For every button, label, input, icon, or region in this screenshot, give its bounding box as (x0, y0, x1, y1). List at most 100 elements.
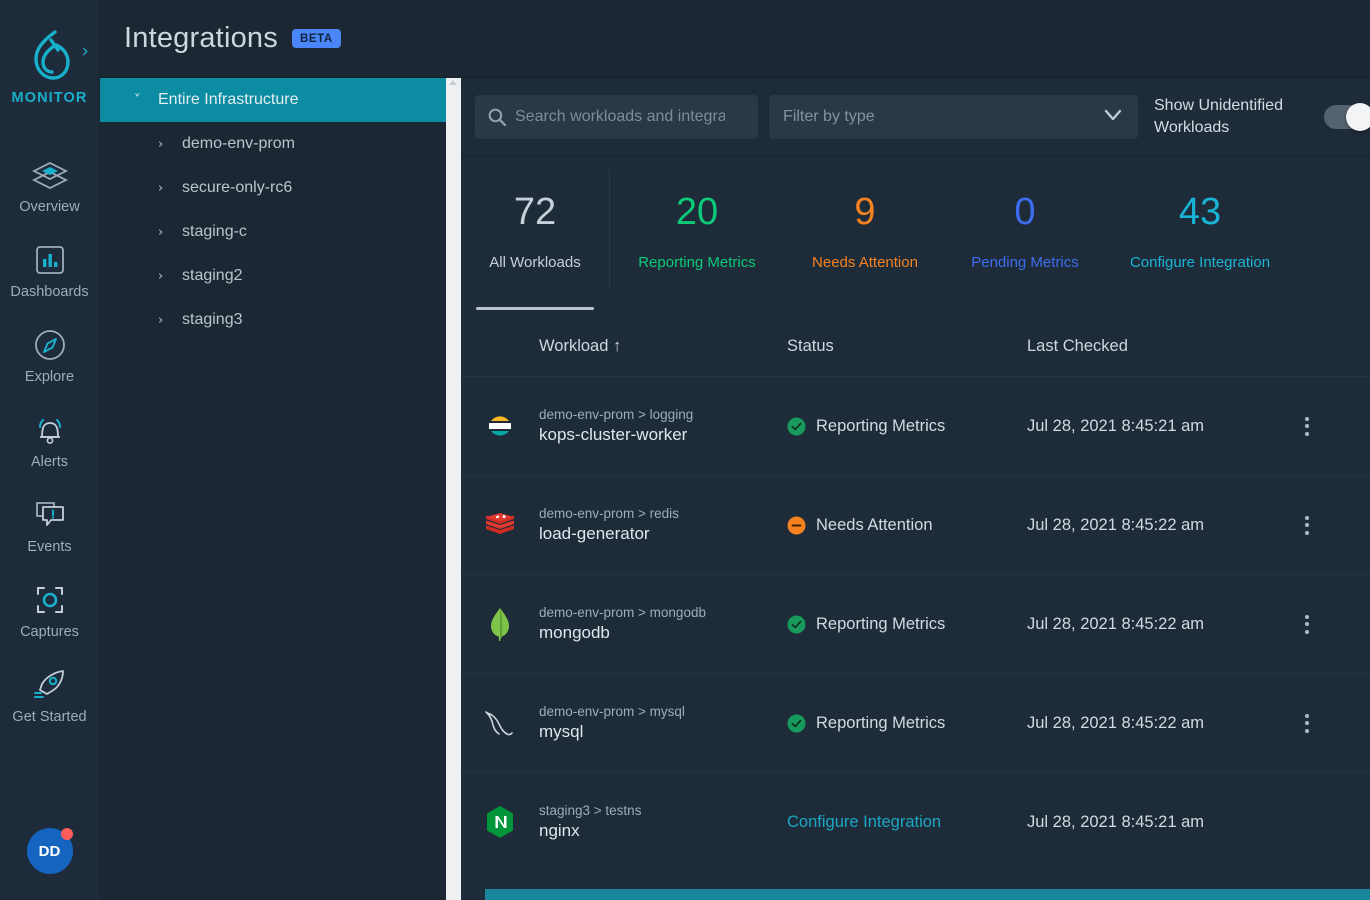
sidebar-item-captures[interactable]: Captures (0, 567, 99, 652)
chevron-right-icon[interactable]: › (158, 313, 182, 328)
status-ok-icon (787, 615, 806, 634)
workload-cell: demo-env-prom > mysql mysql (539, 704, 787, 742)
kebab-menu-icon[interactable] (1305, 615, 1309, 634)
tree-item-demo-env-prom[interactable]: › demo-env-prom (100, 122, 446, 166)
workload-path: demo-env-prom > redis (539, 506, 787, 521)
table-row[interactable]: demo-env-prom > mongodb mongodb Reportin… (461, 574, 1370, 673)
stat-value: 0 (1014, 186, 1035, 238)
stat-tab-pending-metrics[interactable]: 0 Pending Metrics (945, 170, 1105, 306)
status-cell: Reporting Metrics (787, 615, 1027, 634)
workload-type-icon-cell (461, 510, 539, 540)
sidebar-item-get-started[interactable]: Get Started (0, 652, 99, 737)
brand-logo[interactable]: › (0, 0, 99, 112)
search-input[interactable] (515, 108, 725, 126)
tree-item-staging3[interactable]: › staging3 (100, 298, 446, 342)
table-header: Workload ↑ Status Last Checked (461, 316, 1370, 376)
redis-icon (484, 510, 516, 540)
tree-item-staging-c[interactable]: › staging-c (100, 210, 446, 254)
chevron-right-icon[interactable]: › (158, 269, 182, 284)
last-checked-cell: Jul 28, 2021 8:45:21 am (1027, 417, 1277, 436)
speech-bubble-alert-icon (32, 495, 68, 535)
avatar[interactable]: DD (27, 828, 73, 874)
workload-cell: demo-env-prom > redis load-generator (539, 506, 787, 544)
filter-placeholder: Filter by type (783, 108, 875, 126)
stat-tab-reporting-metrics[interactable]: 20 Reporting Metrics (609, 170, 785, 306)
mysql-icon (483, 708, 517, 738)
sidebar-item-overview[interactable]: Overview (0, 142, 99, 227)
workload-type-icon-cell (461, 607, 539, 641)
kebab-menu-icon[interactable] (1305, 516, 1309, 535)
tree-item-label: secure-only-rc6 (182, 179, 292, 197)
layers-icon (31, 155, 69, 195)
status-warning-icon (787, 516, 806, 535)
rail-expand-icon[interactable]: › (81, 42, 89, 61)
kebab-menu-icon[interactable] (1305, 417, 1309, 436)
sidebar-item-events[interactable]: Events (0, 482, 99, 567)
sidebar-item-label: Alerts (31, 454, 68, 470)
nav-item-list: Overview Dashboards (0, 142, 99, 737)
workload-cell: demo-env-prom > logging kops-cluster-wor… (539, 407, 787, 445)
sidebar-item-dashboards[interactable]: Dashboards (0, 227, 99, 312)
sort-ascending-icon[interactable]: ↑ (613, 337, 621, 355)
row-menu-cell (1277, 417, 1337, 436)
column-header-label: Workload (539, 337, 608, 355)
table-row[interactable]: staging3 > testns nginx Configure Integr… (461, 772, 1370, 871)
status-text: Reporting Metrics (816, 714, 945, 733)
stat-tab-all-workloads[interactable]: 72 All Workloads (461, 170, 609, 306)
workload-path: demo-env-prom > mysql (539, 704, 787, 719)
show-unidentified-workloads-toggle[interactable] (1324, 105, 1370, 129)
page-scrollbar[interactable] (446, 78, 461, 900)
last-checked-cell: Jul 28, 2021 8:45:22 am (1027, 516, 1277, 535)
stat-tab-configure-integration[interactable]: 43 Configure Integration (1105, 170, 1295, 306)
selected-indicator (476, 307, 594, 310)
compass-icon (32, 325, 68, 365)
tree-item-label: staging-c (182, 223, 247, 241)
table-row[interactable]: demo-env-prom > logging kops-cluster-wor… (461, 376, 1370, 475)
show-unidentified-workloads-control: Show Unidentified Workloads (1154, 95, 1370, 139)
stat-label: Pending Metrics (971, 254, 1079, 271)
table-row[interactable]: demo-env-prom > redis load-generator Nee… (461, 475, 1370, 574)
tree-item-staging2[interactable]: › staging2 (100, 254, 446, 298)
column-header-workload[interactable]: Workload ↑ (539, 337, 787, 356)
table-row[interactable]: demo-env-prom > mysql mysql Reporting Me… (461, 673, 1370, 772)
sidebar-item-label: Get Started (12, 709, 86, 725)
sidebar-item-alerts[interactable]: Alerts (0, 397, 99, 482)
infrastructure-tree: ˅ Entire Infrastructure › demo-env-prom … (100, 78, 446, 900)
sidebar-item-label: Explore (25, 369, 74, 385)
sysdig-logo-icon (24, 26, 76, 86)
chevron-right-icon[interactable]: › (158, 225, 182, 240)
notification-dot-icon (61, 828, 73, 840)
chevron-down-icon[interactable]: ˅ (134, 93, 158, 108)
avatar-initials: DD (39, 843, 61, 860)
tree-item-secure-only-rc6[interactable]: › secure-only-rc6 (100, 166, 446, 210)
filter-by-type-select[interactable]: Filter by type (769, 95, 1138, 139)
chevron-right-icon[interactable]: › (158, 137, 182, 152)
column-header-last-checked[interactable]: Last Checked (1027, 337, 1277, 356)
workload-cell: demo-env-prom > mongodb mongodb (539, 605, 787, 643)
column-header-status[interactable]: Status (787, 337, 1027, 356)
configure-integration-link[interactable]: Configure Integration (787, 813, 941, 832)
workload-type-icon-cell (461, 805, 539, 839)
workload-name: mysql (539, 722, 787, 742)
kebab-menu-icon[interactable] (1305, 714, 1309, 733)
workload-name: load-generator (539, 524, 787, 544)
tree-item-label: staging3 (182, 311, 243, 329)
row-menu-cell (1277, 615, 1337, 634)
chevron-right-icon[interactable]: › (158, 181, 182, 196)
scroll-up-arrow-icon[interactable] (449, 80, 457, 85)
tree-item-entire-infrastructure[interactable]: ˅ Entire Infrastructure (100, 78, 446, 122)
chevron-down-icon[interactable] (1102, 104, 1124, 131)
search-field-container[interactable] (475, 95, 758, 139)
toggle-knob (1346, 103, 1370, 131)
sidebar-item-explore[interactable]: Explore (0, 312, 99, 397)
status-cell: Reporting Metrics (787, 714, 1027, 733)
sidebar-item-label: Dashboards (10, 284, 88, 300)
stat-label: Needs Attention (812, 254, 918, 271)
nginx-icon (485, 805, 515, 839)
status-summary-tabs: 72 All Workloads 20 Reporting Metrics 9 … (461, 156, 1370, 316)
stat-tab-needs-attention[interactable]: 9 Needs Attention (785, 170, 945, 306)
last-checked-cell: Jul 28, 2021 8:45:22 am (1027, 714, 1277, 733)
status-cell: Reporting Metrics (787, 417, 1027, 436)
workload-name: nginx (539, 821, 787, 841)
stat-value: 43 (1179, 186, 1221, 238)
